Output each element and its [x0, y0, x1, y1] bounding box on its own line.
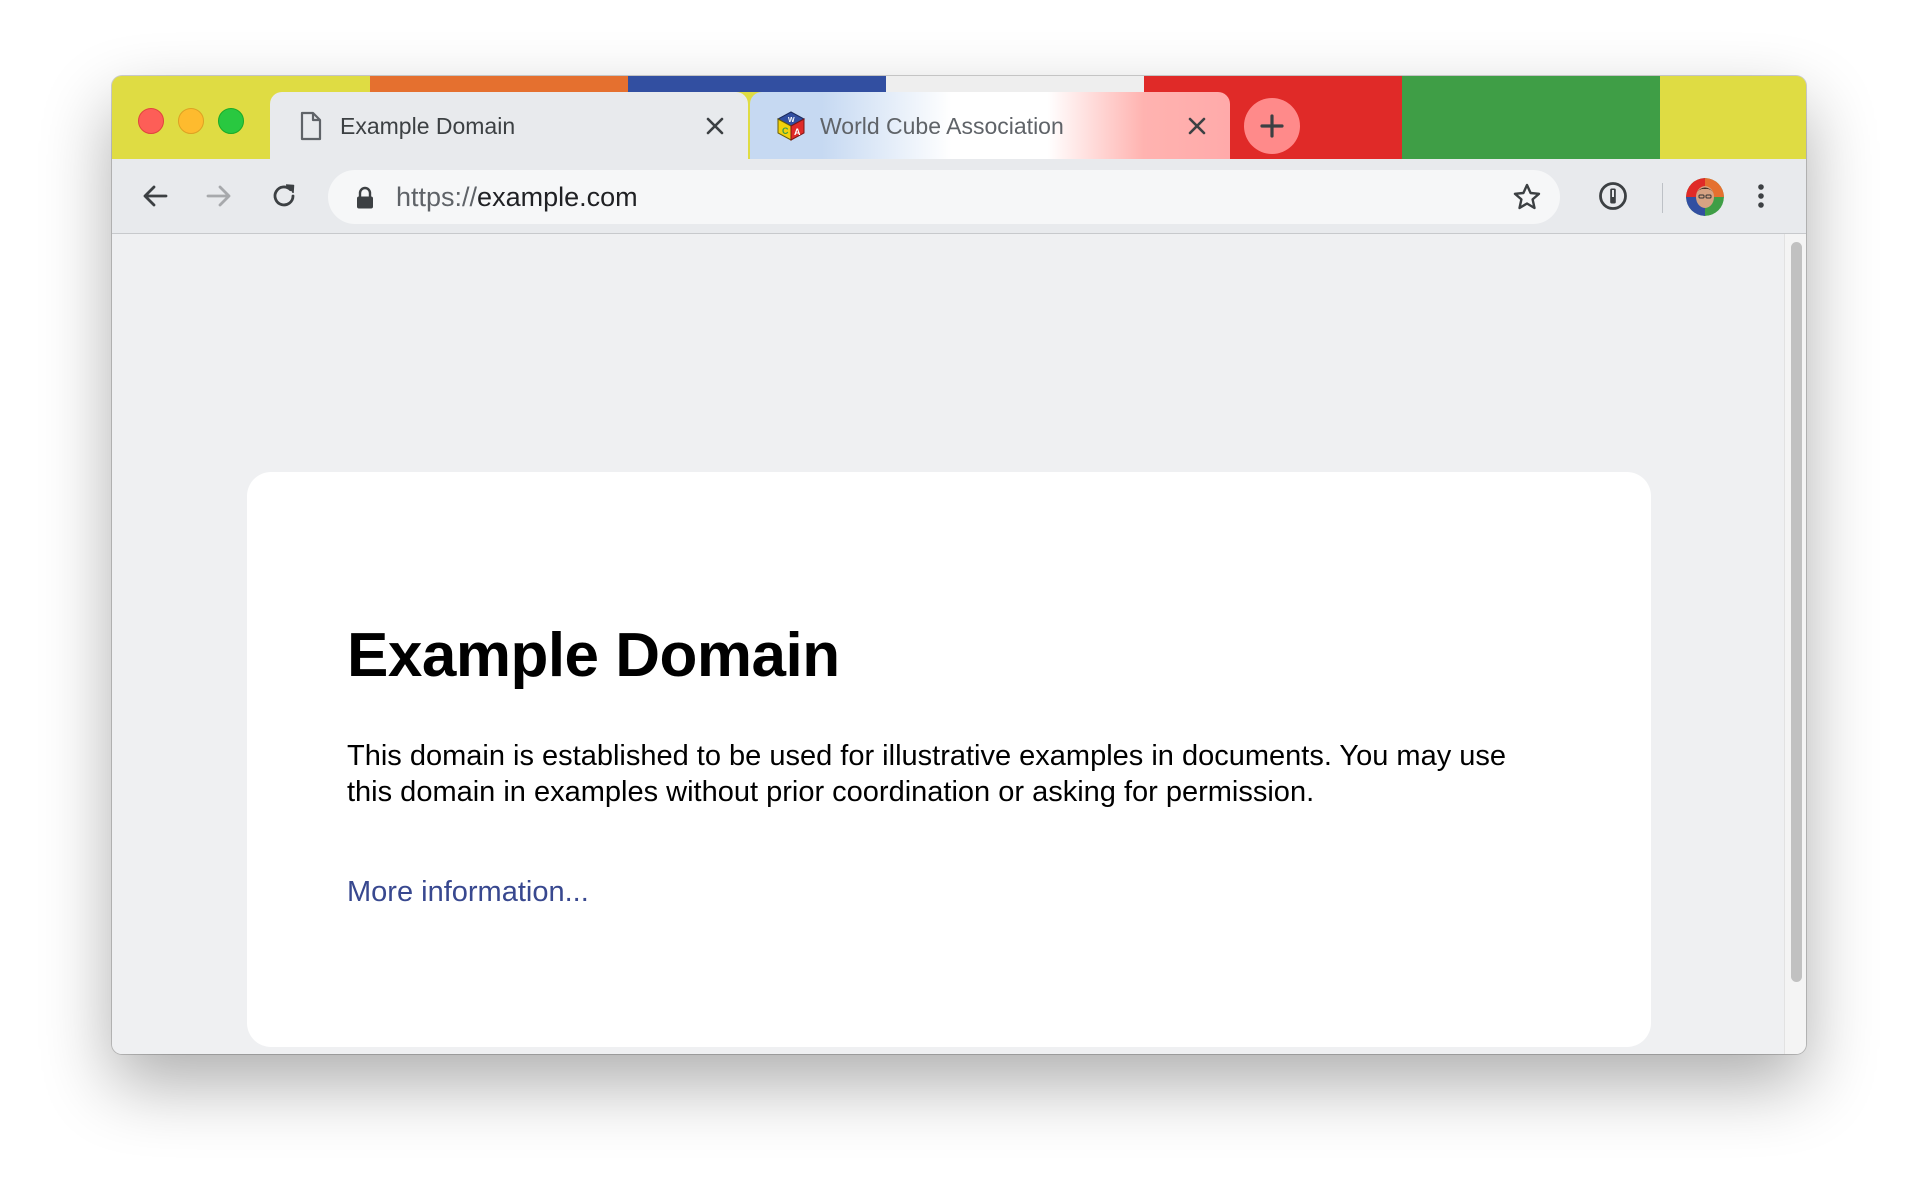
window-minimize-button[interactable]: [178, 108, 204, 134]
page-icon: [298, 111, 324, 141]
more-information-link[interactable]: More information...: [347, 876, 589, 909]
svg-text:A: A: [794, 127, 801, 137]
address-bar[interactable]: https://example.com: [328, 170, 1560, 224]
close-tab-icon[interactable]: [1184, 113, 1210, 139]
scrollbar-track[interactable]: [1784, 234, 1806, 1054]
close-tab-icon[interactable]: [702, 113, 728, 139]
lock-icon[interactable]: [354, 186, 376, 210]
back-icon: [143, 185, 168, 207]
strip-segment: [1660, 76, 1806, 159]
profile-avatar[interactable]: [1686, 178, 1724, 216]
window-zoom-button[interactable]: [218, 108, 244, 134]
tab-example-domain[interactable]: Example Domain: [270, 92, 748, 159]
reload-button[interactable]: [263, 175, 305, 217]
password-manager-icon: [1599, 182, 1627, 210]
wca-logo-icon: C A W: [776, 111, 806, 141]
tab-title: Example Domain: [340, 113, 516, 139]
star-icon[interactable]: [1512, 182, 1542, 212]
window-close-button[interactable]: [138, 108, 164, 134]
page-viewport: Example Domain This domain is establishe…: [112, 234, 1784, 1054]
reload-icon: [273, 184, 295, 207]
url-text: https://example.com: [396, 182, 638, 213]
menu-icon: [1758, 184, 1764, 208]
browser-window: Example Domain C A W World Cube Associat…: [112, 76, 1806, 1054]
svg-text:C: C: [782, 126, 789, 136]
tab-world-cube-association[interactable]: C A W World Cube Association: [750, 92, 1230, 159]
tab-title: World Cube Association: [820, 113, 1064, 139]
forward-icon: [206, 185, 231, 207]
url-scheme: https://: [396, 182, 478, 212]
forward-button[interactable]: [198, 175, 240, 217]
strip-segment: [1402, 76, 1660, 159]
new-tab-button[interactable]: [1244, 98, 1300, 154]
menu-button[interactable]: [1740, 175, 1782, 217]
password-manager-button[interactable]: [1592, 175, 1634, 217]
url-host: example.com: [477, 182, 638, 212]
browser-toolbar: https://example.com: [112, 159, 1806, 234]
page-heading: Example Domain: [347, 621, 840, 690]
scrollbar-thumb[interactable]: [1791, 242, 1802, 982]
content-card: Example Domain This domain is establishe…: [247, 472, 1651, 1047]
plus-icon: [1260, 114, 1284, 138]
page-body-text: This domain is established to be used fo…: [347, 740, 1507, 808]
svg-text:W: W: [788, 117, 795, 124]
toolbar-divider: [1662, 183, 1663, 213]
back-button[interactable]: [134, 175, 176, 217]
